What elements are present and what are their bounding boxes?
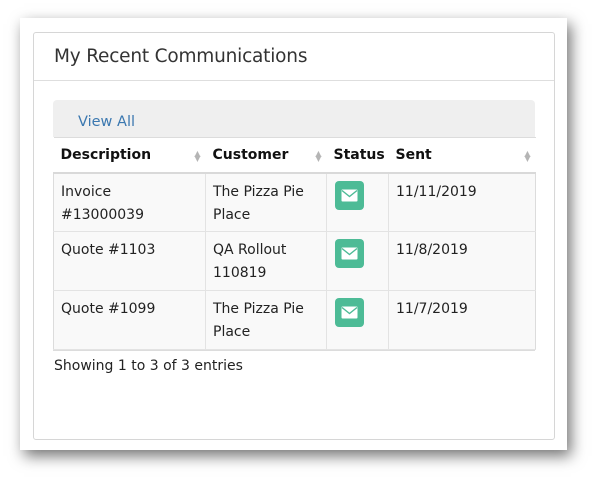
table-row: Invoice #13000039 The Pizza Pie Place 11…: [53, 172, 536, 232]
envelope-icon: [341, 306, 358, 319]
table-row: Quote #1099 The Pizza Pie Place 11/7/201…: [53, 290, 536, 350]
sent-cell: 11/7/2019: [388, 290, 536, 350]
description-cell: Quote #1103: [53, 231, 206, 291]
sent-cell: 11/8/2019: [388, 231, 536, 291]
sent-cell: 11/11/2019: [388, 172, 536, 232]
envelope-icon: [341, 189, 358, 201]
status-cell: [326, 172, 389, 232]
panel-header: My Recent Communications: [34, 33, 554, 81]
envelope-icon: [341, 247, 358, 260]
description-cell: Quote #1099: [53, 290, 206, 350]
column-header-customer[interactable]: Customer ▲ ▼: [205, 137, 327, 174]
column-header-label: Status: [333, 146, 385, 163]
sort-icon: ▲ ▼: [524, 149, 531, 163]
table-bottom-border: [53, 350, 535, 351]
communications-table: Description ▲ ▼ Customer ▲ ▼ Status Sent ▲…: [53, 137, 536, 350]
table-info-text: Showing 1 to 3 of 3 entries: [54, 358, 243, 374]
customer-cell: The Pizza Pie Place: [205, 290, 327, 350]
status-cell: [326, 290, 389, 350]
communications-table-wrapper: View All Description ▲ ▼ Customer ▲ ▼ St…: [53, 100, 536, 351]
status-button[interactable]: [335, 180, 364, 210]
status-cell: [326, 231, 389, 291]
column-header-label: Sent: [395, 146, 432, 163]
recent-communications-panel: My Recent Communications View All Descri…: [33, 32, 555, 440]
description-cell: Invoice #13000039: [53, 172, 206, 232]
column-header-sent[interactable]: Sent ▲ ▼: [388, 137, 536, 174]
table-toolbar: View All: [53, 100, 535, 137]
sort-icon: ▲ ▼: [315, 149, 322, 163]
panel-title: My Recent Communications: [54, 46, 308, 67]
customer-cell: QA Rollout 110819: [205, 231, 327, 291]
column-header-description[interactable]: Description ▲ ▼: [53, 137, 206, 174]
view-all-link[interactable]: View All: [78, 114, 135, 130]
table-header-row: Description ▲ ▼ Customer ▲ ▼ Status Sent ▲…: [53, 137, 536, 174]
status-button[interactable]: [335, 298, 364, 327]
status-button[interactable]: [335, 239, 364, 268]
customer-cell: The Pizza Pie Place: [205, 172, 327, 232]
table-row: Quote #1103 QA Rollout 110819 11/8/2019: [53, 231, 536, 291]
sort-icon: ▲ ▼: [194, 149, 201, 163]
column-header-label: Customer: [212, 146, 289, 163]
column-header-status[interactable]: Status: [326, 137, 389, 174]
column-header-label: Description: [60, 146, 152, 163]
